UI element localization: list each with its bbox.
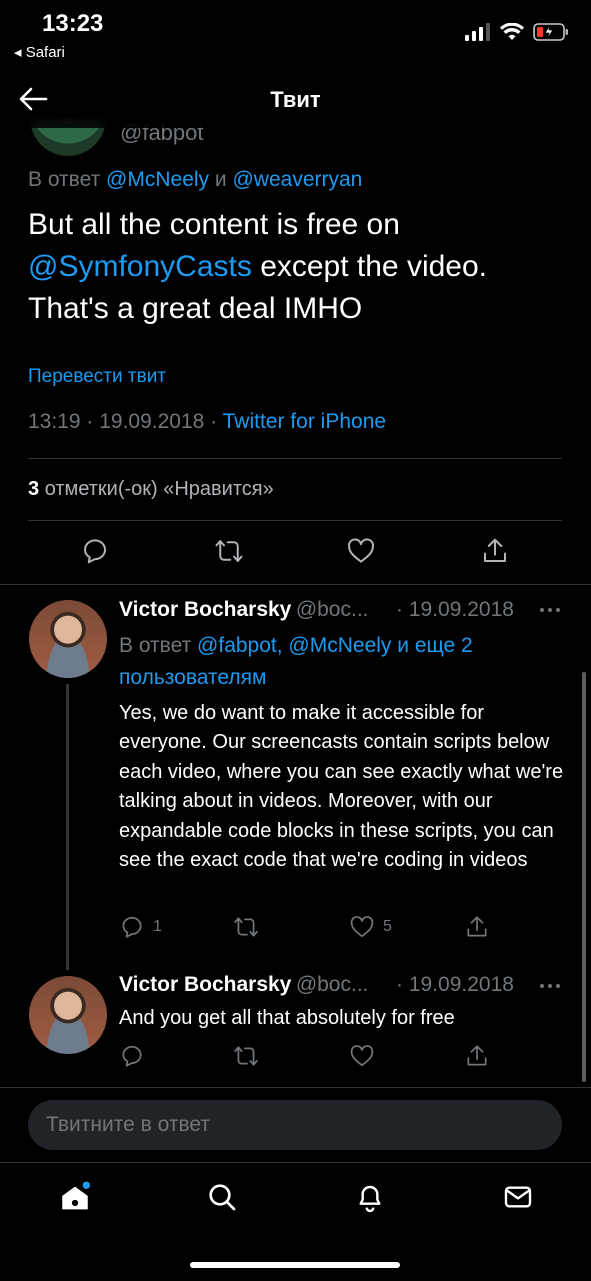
tweet-actions (0, 536, 591, 572)
more-button[interactable] (538, 598, 562, 622)
share-icon (484, 538, 506, 562)
scrollbar[interactable] (582, 672, 586, 1082)
tab-notifications[interactable] (354, 1181, 386, 1213)
like-button[interactable] (349, 1043, 375, 1069)
tweet-mention[interactable]: @SymfonyCasts (28, 250, 252, 283)
likes-label: отметки(-ок) «Нравится» (44, 478, 274, 500)
tweet-source[interactable]: Twitter for iPhone (223, 410, 386, 433)
reply-actions: 1 5 (119, 914, 569, 942)
retweet-button[interactable] (233, 1043, 259, 1069)
page-title: Твит (270, 87, 321, 112)
share-button[interactable] (464, 914, 490, 940)
back-to-app-link[interactable]: ◂ Safari (14, 43, 65, 61)
status-time: 13:23 (42, 10, 104, 37)
reply-prefix: В ответ (28, 168, 101, 191)
reply-text: Yes, we do want to make it accessible fo… (119, 702, 564, 872)
share-icon (467, 1045, 487, 1066)
like-count: 5 (383, 918, 392, 935)
reply-to-line: В ответ @McNeely и @weaverryan (28, 168, 362, 192)
retweet-icon (215, 540, 243, 562)
likes-count: 3 (28, 478, 40, 500)
tweet-text: But all the content is free on @SymfonyCa… (28, 204, 568, 330)
tweet-text-part1: But all the content is free on (28, 208, 400, 241)
reply-and: и (214, 168, 227, 191)
reply-mention-1[interactable]: @McNeely (106, 168, 209, 191)
wifi-icon (500, 23, 524, 40)
avatar[interactable] (29, 976, 107, 1054)
reply-mention-2[interactable]: @weaverryan (232, 168, 362, 191)
retweet-button[interactable] (233, 914, 259, 940)
back-app-label: Safari (25, 44, 65, 61)
retweet-icon (234, 1046, 258, 1066)
reply-author-handle: @boc... (295, 973, 369, 996)
like-icon (347, 538, 375, 563)
reply-compose-input[interactable]: Твитните в ответ (28, 1100, 562, 1150)
reply-button[interactable] (119, 1043, 145, 1069)
share-button[interactable] (480, 536, 512, 568)
reply-button[interactable]: 1 (119, 914, 162, 940)
reply-count: 1 (153, 918, 162, 935)
share-icon (467, 916, 487, 937)
search-icon (209, 1184, 236, 1211)
reply-icon (122, 1045, 142, 1067)
like-button[interactable] (346, 536, 378, 568)
like-icon (350, 1045, 374, 1067)
tab-home[interactable] (58, 1181, 92, 1215)
avatar[interactable] (29, 600, 107, 678)
like-button[interactable]: 5 (349, 914, 392, 940)
reply-date: · 19.09.2018 (396, 973, 514, 996)
reply-prefix: В ответ (119, 634, 192, 657)
tweet-meta: 13:19 · 19.09.2018 · Twitter for iPhone (28, 410, 387, 433)
header: Твит (0, 72, 591, 128)
divider (0, 584, 591, 585)
more-button[interactable] (538, 974, 562, 998)
home-indicator[interactable] (190, 1262, 400, 1268)
reply-date: · 19.09.2018 (396, 598, 514, 621)
compose-placeholder: Твитните в ответ (46, 1113, 210, 1136)
reply-text: And you get all that absolutely for free (119, 1007, 455, 1029)
divider (28, 520, 562, 521)
more-icon (540, 984, 560, 988)
translate-link[interactable]: Перевести твит (28, 366, 166, 388)
tweet-date: 19.09.2018 (99, 410, 205, 433)
battery-low-icon (533, 23, 568, 41)
retweet-button[interactable] (214, 536, 246, 568)
thread-line (66, 684, 69, 970)
reply-icon (84, 539, 106, 564)
reply-author-name[interactable]: Victor Bocharsky (119, 598, 291, 621)
retweet-icon (234, 917, 258, 937)
status-bar: 13:23 ◂ Safari (0, 0, 591, 72)
reply-icon (122, 916, 142, 938)
reply-to-line: В ответ @fabpot, @McNeely и еще 2 пользо… (119, 630, 539, 694)
reply-button[interactable] (80, 536, 112, 568)
more-icon (540, 608, 560, 612)
notifications-icon (359, 1185, 381, 1213)
likes-summary[interactable]: 3 отметки(-ок) «Нравится» (28, 478, 274, 501)
like-icon (350, 916, 374, 938)
divider (0, 1087, 591, 1088)
reply-actions (119, 1043, 569, 1071)
reply-author-name[interactable]: Victor Bocharsky (119, 973, 291, 996)
home-icon (62, 1181, 91, 1210)
tweet-time: 13:19 (28, 410, 81, 433)
signal-icon (465, 23, 490, 41)
system-icons (465, 22, 569, 42)
share-button[interactable] (464, 1043, 490, 1069)
reply-author-handle: @boc... (295, 598, 369, 621)
tab-search[interactable] (206, 1181, 238, 1213)
divider (28, 458, 562, 459)
tab-messages[interactable] (502, 1181, 534, 1213)
messages-icon (504, 1186, 532, 1208)
